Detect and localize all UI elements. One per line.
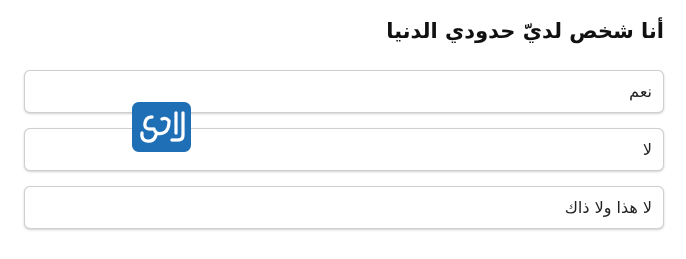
option-yes[interactable]: نعم [24,70,664,113]
answer-options: نعم لا لا هذا ولا ذاك [24,70,664,244]
option-yes-label: نعم [629,82,652,101]
option-neither[interactable]: لا هذا ولا ذاك [24,186,664,229]
question-title: أنا شخص لديّ حدودي الدنيا [386,19,664,43]
option-no-label: لا [642,140,652,159]
option-neither-label: لا هذا ولا ذاك [564,198,652,217]
option-no[interactable]: لا [24,128,664,171]
watermark-logo-glyph [139,111,185,143]
watermark-logo-icon [132,102,191,152]
